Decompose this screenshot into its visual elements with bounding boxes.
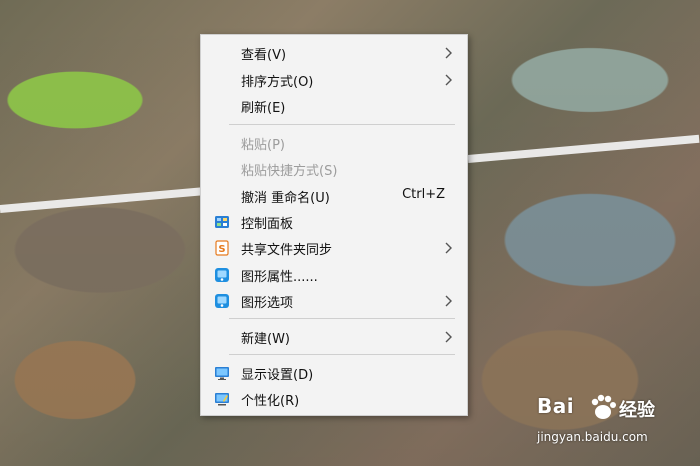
menu-separator bbox=[229, 318, 455, 319]
menu-item-paste-shortcut-label: 粘贴快捷方式(S) bbox=[241, 164, 338, 179]
menu-item-control-panel-label: 控制面板 bbox=[241, 217, 294, 232]
menu-item-sort-by-label: 排序方式(O) bbox=[241, 75, 314, 90]
watermark-url: jingyan.baidu.com bbox=[537, 430, 648, 444]
menu-item-personalize-label: 个性化(R) bbox=[241, 394, 300, 409]
menu-item-undo-rename-label: 撤消 重命名(U) bbox=[241, 191, 330, 206]
submenu-arrow-icon bbox=[445, 331, 452, 343]
menu-item-graphics-options[interactable]: 图形选项 bbox=[201, 288, 467, 314]
menu-item-control-panel[interactable]: 控制面板 bbox=[201, 209, 467, 235]
menu-item-new-label: 新建(W) bbox=[241, 332, 290, 347]
submenu-arrow-icon bbox=[445, 47, 452, 59]
menu-item-view[interactable]: 查看(V) bbox=[201, 40, 467, 66]
desktop-context-menu: 查看(V) 排序方式(O) 刷新(E) 粘贴(P) 粘贴快捷方式(S) 撤消 重… bbox=[200, 34, 468, 416]
watermark-brand-suffix: 经验 bbox=[619, 400, 655, 421]
menu-item-paste[interactable]: 粘贴(P) bbox=[201, 130, 467, 156]
menu-item-shared-folder-sync-label: 共享文件夹同步 bbox=[241, 243, 333, 258]
paw-icon bbox=[591, 394, 616, 419]
graphics-properties-icon bbox=[214, 267, 230, 283]
menu-item-graphics-options-label: 图形选项 bbox=[241, 296, 294, 311]
watermark-brand: Bai bbox=[537, 394, 575, 418]
graphics-options-icon bbox=[214, 293, 230, 309]
menu-item-personalize[interactable]: 个性化(R) bbox=[201, 386, 467, 412]
menu-item-paste-label: 粘贴(P) bbox=[241, 138, 285, 153]
menu-item-view-label: 查看(V) bbox=[241, 48, 287, 63]
menu-item-shared-folder-sync[interactable]: S 共享文件夹同步 bbox=[201, 235, 467, 261]
menu-separator bbox=[229, 354, 455, 355]
menu-item-graphics-properties[interactable]: 图形属性...... bbox=[201, 262, 467, 288]
menu-item-paste-shortcut[interactable]: 粘贴快捷方式(S) bbox=[201, 156, 467, 182]
share-sync-icon: S bbox=[214, 240, 230, 256]
menu-item-refresh-label: 刷新(E) bbox=[241, 101, 286, 116]
menu-item-refresh[interactable]: 刷新(E) bbox=[201, 93, 467, 119]
baidu-jingyan-watermark: Bai 经验 jingyan.baidu.com bbox=[531, 390, 699, 462]
menu-item-graphics-properties-label: 图形属性...... bbox=[241, 270, 318, 285]
menu-item-display-settings[interactable]: 显示设置(D) bbox=[201, 360, 467, 386]
svg-text:S: S bbox=[218, 244, 225, 255]
submenu-arrow-icon bbox=[445, 74, 452, 86]
menu-item-sort-by[interactable]: 排序方式(O) bbox=[201, 67, 467, 93]
menu-item-undo-rename[interactable]: 撤消 重命名(U) Ctrl+Z bbox=[201, 183, 467, 209]
submenu-arrow-icon bbox=[445, 242, 452, 254]
menu-item-new[interactable]: 新建(W) bbox=[201, 324, 467, 350]
submenu-arrow-icon bbox=[445, 295, 452, 307]
menu-item-undo-rename-shortcut: Ctrl+Z bbox=[402, 187, 445, 202]
menu-item-display-settings-label: 显示设置(D) bbox=[241, 368, 314, 383]
personalize-icon bbox=[214, 391, 230, 407]
display-settings-icon bbox=[214, 365, 230, 381]
menu-separator bbox=[229, 124, 455, 125]
control-panel-icon bbox=[214, 214, 230, 230]
